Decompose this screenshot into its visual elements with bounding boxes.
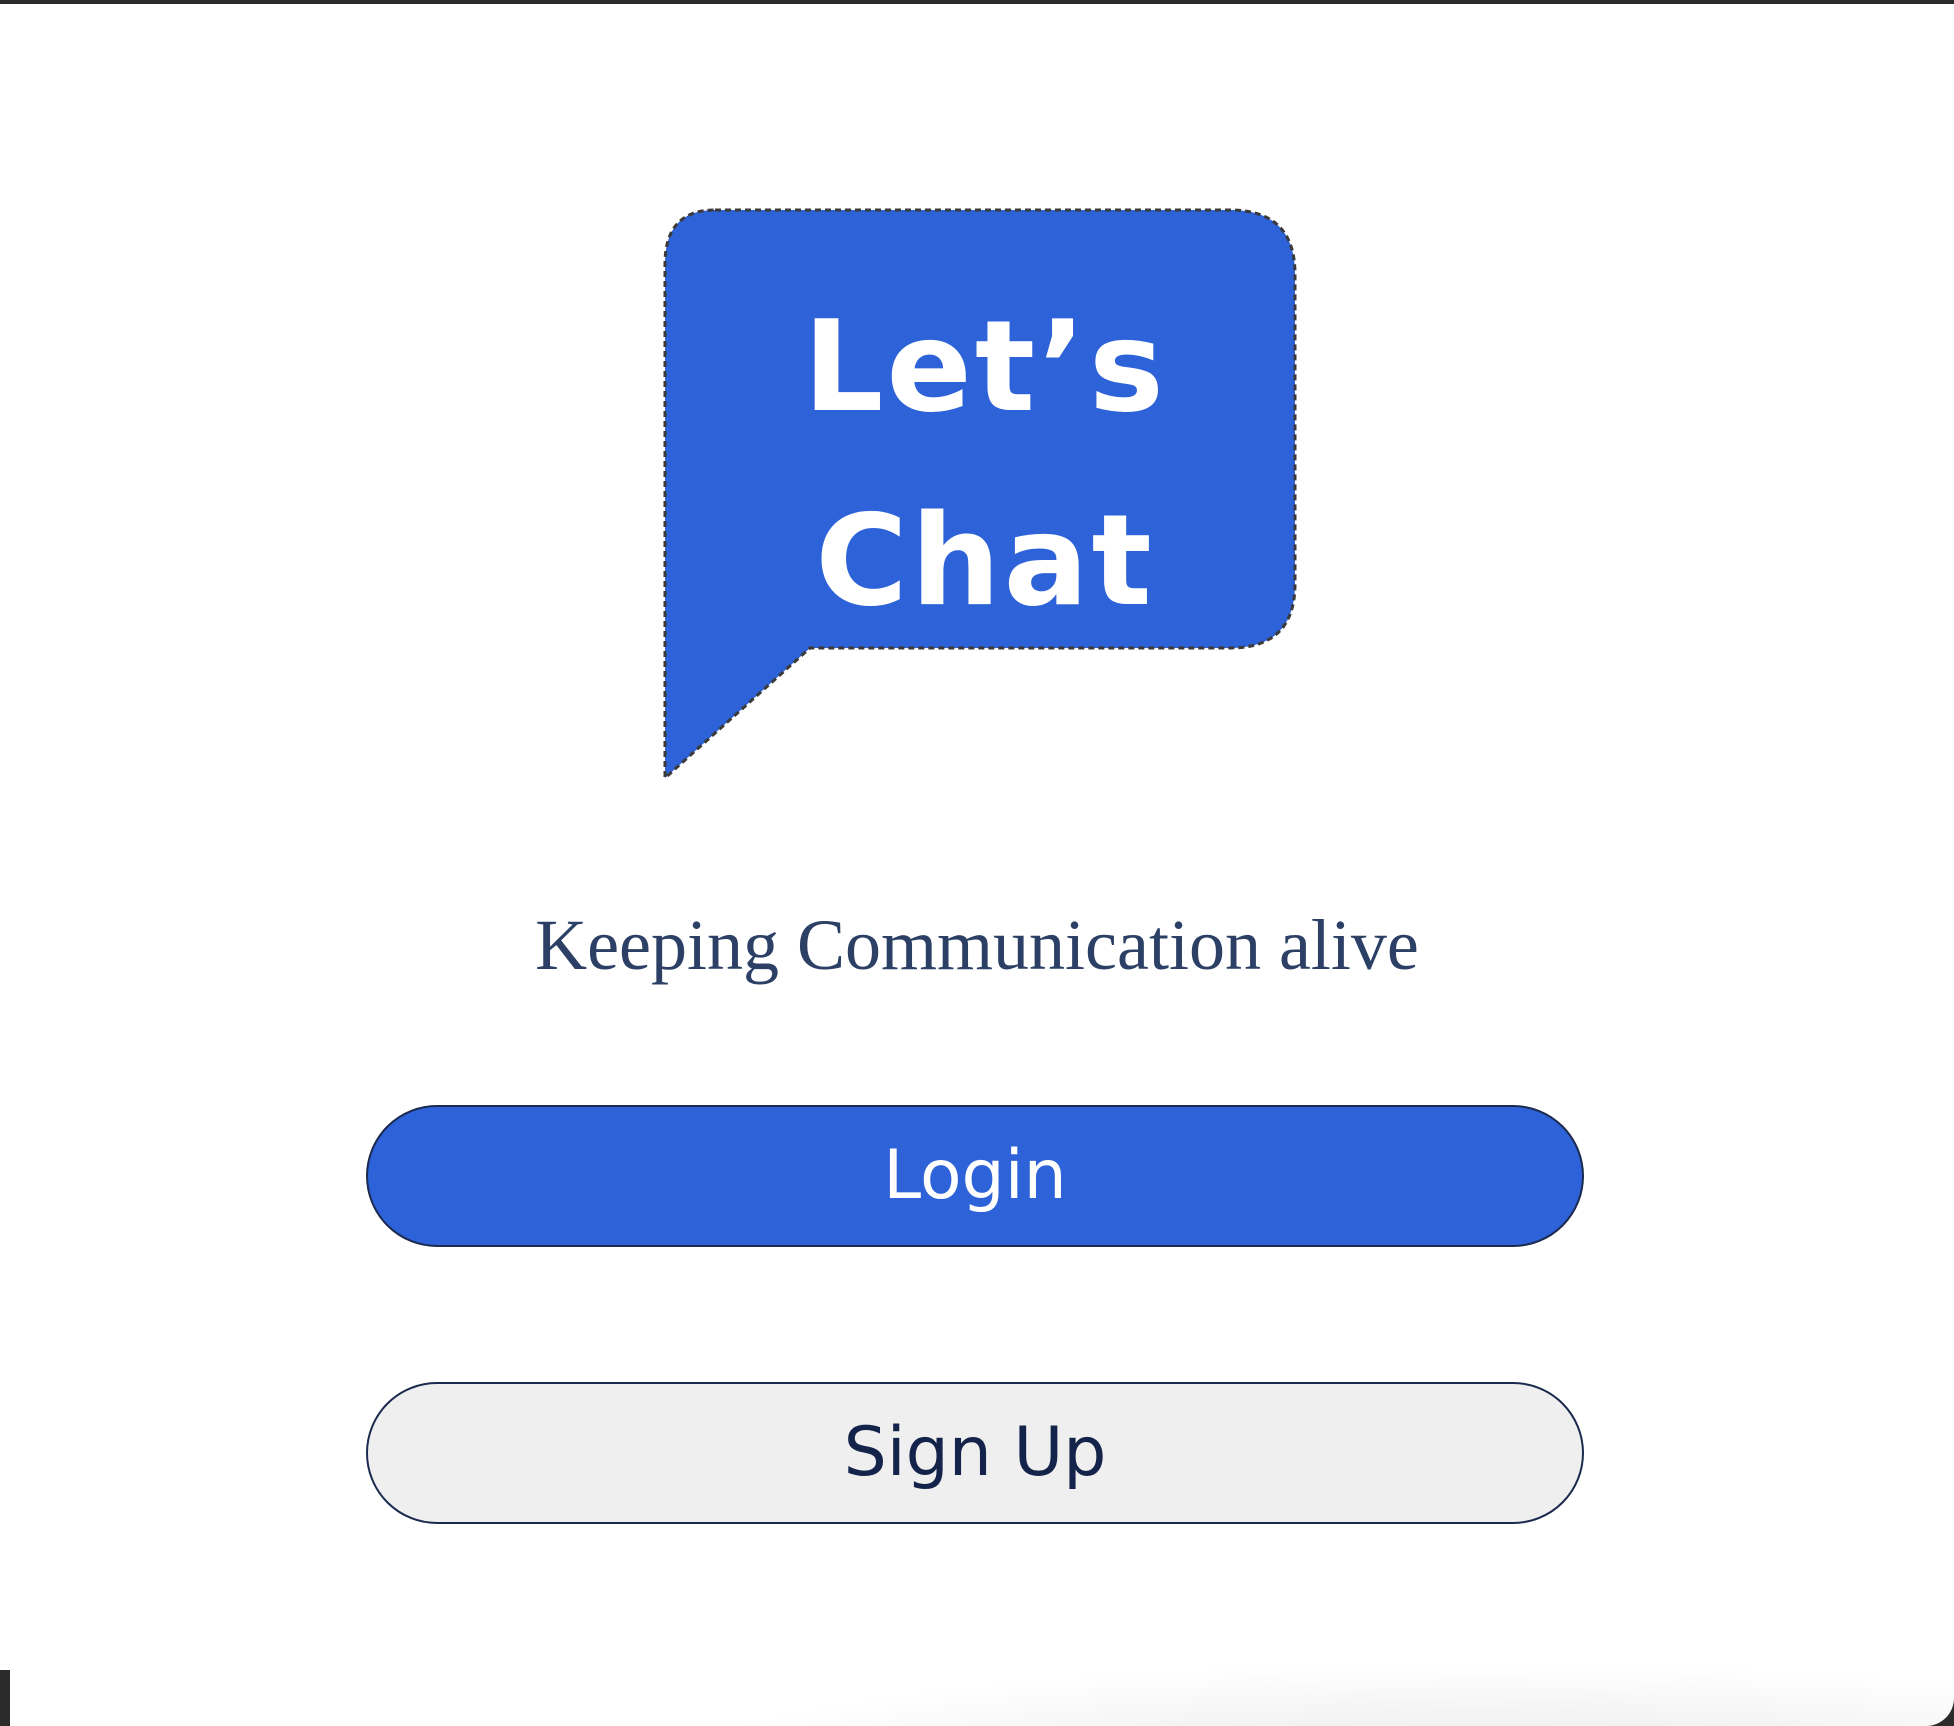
window-shadow (640, 1664, 1954, 1726)
window-edge (0, 1670, 10, 1726)
app-window: Let’s Chat Keeping Communication alive L… (0, 4, 1954, 1726)
logo-line-2: Chat (815, 487, 1155, 634)
tagline: Keeping Communication alive (535, 905, 1419, 985)
logo-text: Let’s Chat (665, 270, 1305, 658)
lets-chat-logo: Let’s Chat (660, 204, 1300, 784)
login-button[interactable]: Login (366, 1105, 1584, 1247)
logo-line-1: Let’s (803, 293, 1167, 440)
signup-button[interactable]: Sign Up (366, 1382, 1584, 1524)
